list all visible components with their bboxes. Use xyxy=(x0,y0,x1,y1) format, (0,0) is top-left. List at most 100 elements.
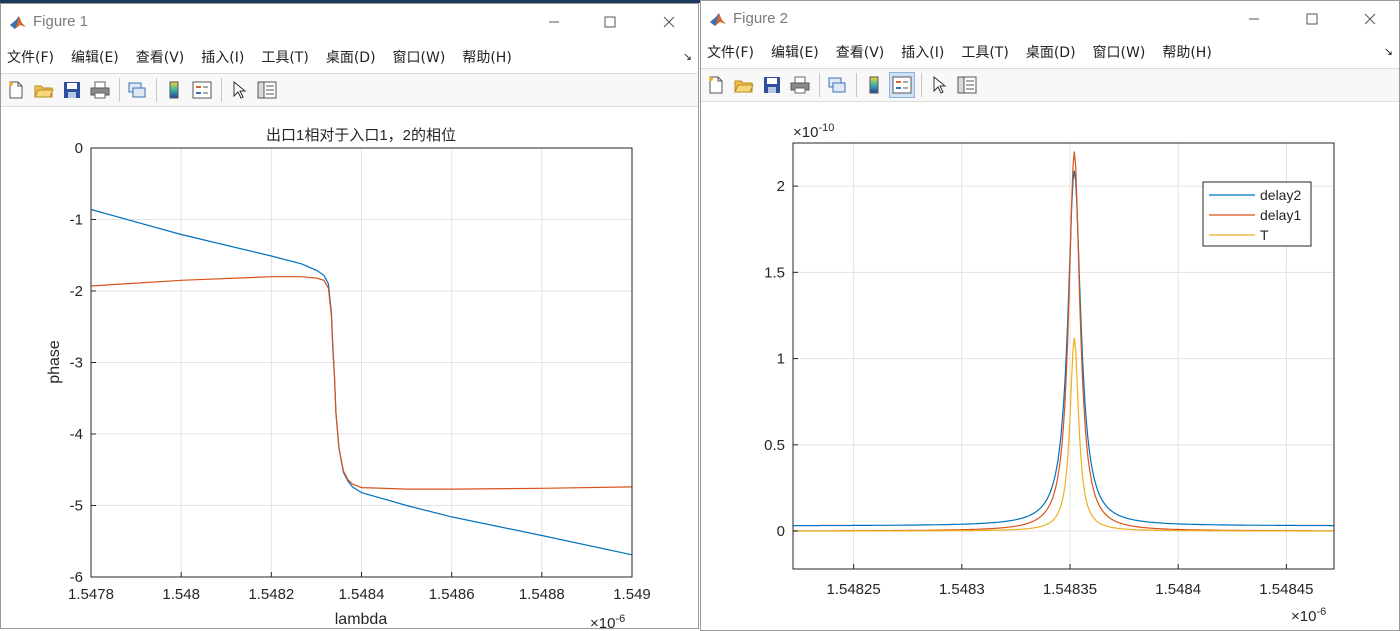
matlab-icon xyxy=(10,16,26,29)
maximize-button[interactable] xyxy=(587,8,633,36)
print-button[interactable] xyxy=(787,72,813,98)
title-bar[interactable]: Figure 1 xyxy=(1,4,698,39)
grid-lines xyxy=(90,147,633,578)
y-exponent-label: ×10-10 xyxy=(793,122,834,141)
menu-help[interactable]: 帮助(H) xyxy=(462,47,511,67)
close-button[interactable] xyxy=(646,8,692,36)
minimize-icon xyxy=(549,21,559,23)
menu-file[interactable]: 文件(F) xyxy=(707,42,754,62)
menu-desktop[interactable]: 桌面(D) xyxy=(1026,42,1076,62)
menu-window[interactable]: 窗口(W) xyxy=(1093,42,1146,62)
title-bar[interactable]: Figure 2 xyxy=(701,1,1399,36)
link-button[interactable] xyxy=(824,72,850,98)
menu-window[interactable]: 窗口(W) xyxy=(393,47,446,67)
y-tick-label: 0 xyxy=(75,140,83,157)
legend-button[interactable] xyxy=(889,72,915,98)
maximize-icon xyxy=(604,16,616,28)
pointer-icon xyxy=(933,76,947,94)
y-axis-label: phase xyxy=(46,340,63,384)
menu-desktop[interactable]: 桌面(D) xyxy=(326,47,376,67)
y-tick-label: 1.5 xyxy=(764,264,785,281)
menu-edit[interactable]: 编辑(E) xyxy=(71,47,119,67)
menu-tools[interactable]: 工具(T) xyxy=(261,47,308,67)
axis-ticks: 1.5478 1.548 1.5482 1.5484 1.5486 1.5488 1.549… xyxy=(68,140,651,603)
pointer-button[interactable] xyxy=(226,77,252,103)
toolbar-separator xyxy=(921,73,922,97)
property-inspector-button[interactable] xyxy=(954,72,980,98)
series-line-T xyxy=(793,337,1334,532)
legend[interactable]: delay2 delay1 T xyxy=(1202,181,1312,247)
new-figure-icon xyxy=(9,81,23,99)
pointer-button[interactable] xyxy=(926,72,952,98)
dock-arrow-icon[interactable]: ↘ xyxy=(683,50,692,63)
menu-insert[interactable]: 插入(I) xyxy=(201,47,244,67)
legend-entry-T: T xyxy=(1260,227,1269,243)
menu-view[interactable]: 查看(V) xyxy=(836,42,885,62)
close-button[interactable] xyxy=(1347,5,1393,33)
open-file-button[interactable] xyxy=(731,72,757,98)
x-tick-label: 1.5483 xyxy=(939,581,985,598)
figure-1-window[interactable]: Figure 1 文件(F) 编辑(E) 查看(V) 插入(I) 工具(T) 桌… xyxy=(0,3,699,629)
link-icon xyxy=(128,82,146,98)
legend-entry-delay2: delay2 xyxy=(1260,187,1301,203)
x-tick-label: 1.54825 xyxy=(826,581,880,598)
x-exponent-label: ×10-6 xyxy=(590,613,625,629)
close-icon xyxy=(1364,13,1376,25)
link-button[interactable] xyxy=(124,77,150,103)
x-tick-label: 1.5486 xyxy=(429,586,475,603)
open-file-button[interactable] xyxy=(31,77,57,103)
x-tick-label: 1.5484 xyxy=(1155,581,1201,598)
new-figure-button[interactable] xyxy=(3,77,29,103)
minimize-button[interactable] xyxy=(1231,5,1277,33)
y-tick-label: -5 xyxy=(70,498,83,515)
legend-icon xyxy=(192,81,212,99)
print-button[interactable] xyxy=(87,77,113,103)
new-figure-icon xyxy=(709,76,723,94)
close-icon xyxy=(663,16,675,28)
figure-2-window[interactable]: Figure 2 文件(F) 编辑(E) 查看(V) 插入(I) 工具(T) 桌… xyxy=(700,0,1400,631)
delay-chart[interactable]: 1.54825 1.5483 1.54835 1.5484 1.54845 0 0.5 1 1.… xyxy=(701,103,1400,631)
open-file-icon xyxy=(34,85,54,98)
maximize-button[interactable] xyxy=(1289,5,1335,33)
legend-icon xyxy=(892,76,912,94)
y-tick-label: -4 xyxy=(70,426,83,443)
menu-bar: 文件(F) 编辑(E) 查看(V) 插入(I) 工具(T) 桌面(D) 窗口(W… xyxy=(701,37,1399,67)
minimize-button[interactable] xyxy=(531,8,577,36)
print-icon xyxy=(90,81,110,99)
colorbar-button[interactable] xyxy=(161,77,187,103)
y-tick-label: 2 xyxy=(777,178,785,195)
dock-arrow-icon[interactable]: ↘ xyxy=(1384,45,1393,58)
x-tick-label: 1.5482 xyxy=(248,586,294,603)
save-button[interactable] xyxy=(59,77,85,103)
x-exponent-label: ×10-6 xyxy=(1291,606,1326,625)
plot-area: 出口1相对于入口1，2的相位 1.5478 1.548 1.5482 1.5484 1.… xyxy=(1,108,698,628)
menu-file[interactable]: 文件(F) xyxy=(7,47,54,67)
phase-chart[interactable]: 出口1相对于入口1，2的相位 1.5478 1.548 1.5482 1.5484 1.… xyxy=(1,108,699,629)
x-tick-label: 1.5488 xyxy=(519,586,565,603)
colorbar-button[interactable] xyxy=(861,72,887,98)
toolbar-separator xyxy=(856,73,857,97)
menu-help[interactable]: 帮助(H) xyxy=(1162,42,1211,62)
pointer-icon xyxy=(233,81,247,99)
menu-view[interactable]: 查看(V) xyxy=(136,47,185,67)
matlab-icon xyxy=(710,13,726,26)
y-tick-label: 1 xyxy=(777,351,785,368)
chart-title: 出口1相对于入口1，2的相位 xyxy=(266,127,456,144)
x-tick-label: 1.54835 xyxy=(1043,581,1097,598)
property-inspector-icon xyxy=(257,81,277,99)
legend-entry-delay1: delay1 xyxy=(1260,207,1301,223)
x-tick-label: 1.548 xyxy=(162,586,200,603)
menu-insert[interactable]: 插入(I) xyxy=(901,42,944,62)
menu-edit[interactable]: 编辑(E) xyxy=(771,42,819,62)
legend-button[interactable] xyxy=(189,77,215,103)
maximize-icon xyxy=(1306,13,1318,25)
minimize-icon xyxy=(1249,18,1259,20)
window-title: Figure 2 xyxy=(733,10,789,27)
property-inspector-button[interactable] xyxy=(254,77,280,103)
new-figure-button[interactable] xyxy=(703,72,729,98)
property-inspector-icon xyxy=(957,76,977,94)
x-tick-label: 1.5484 xyxy=(339,586,385,603)
save-button[interactable] xyxy=(759,72,785,98)
menu-tools[interactable]: 工具(T) xyxy=(961,42,1008,62)
window-title: Figure 1 xyxy=(33,13,89,30)
